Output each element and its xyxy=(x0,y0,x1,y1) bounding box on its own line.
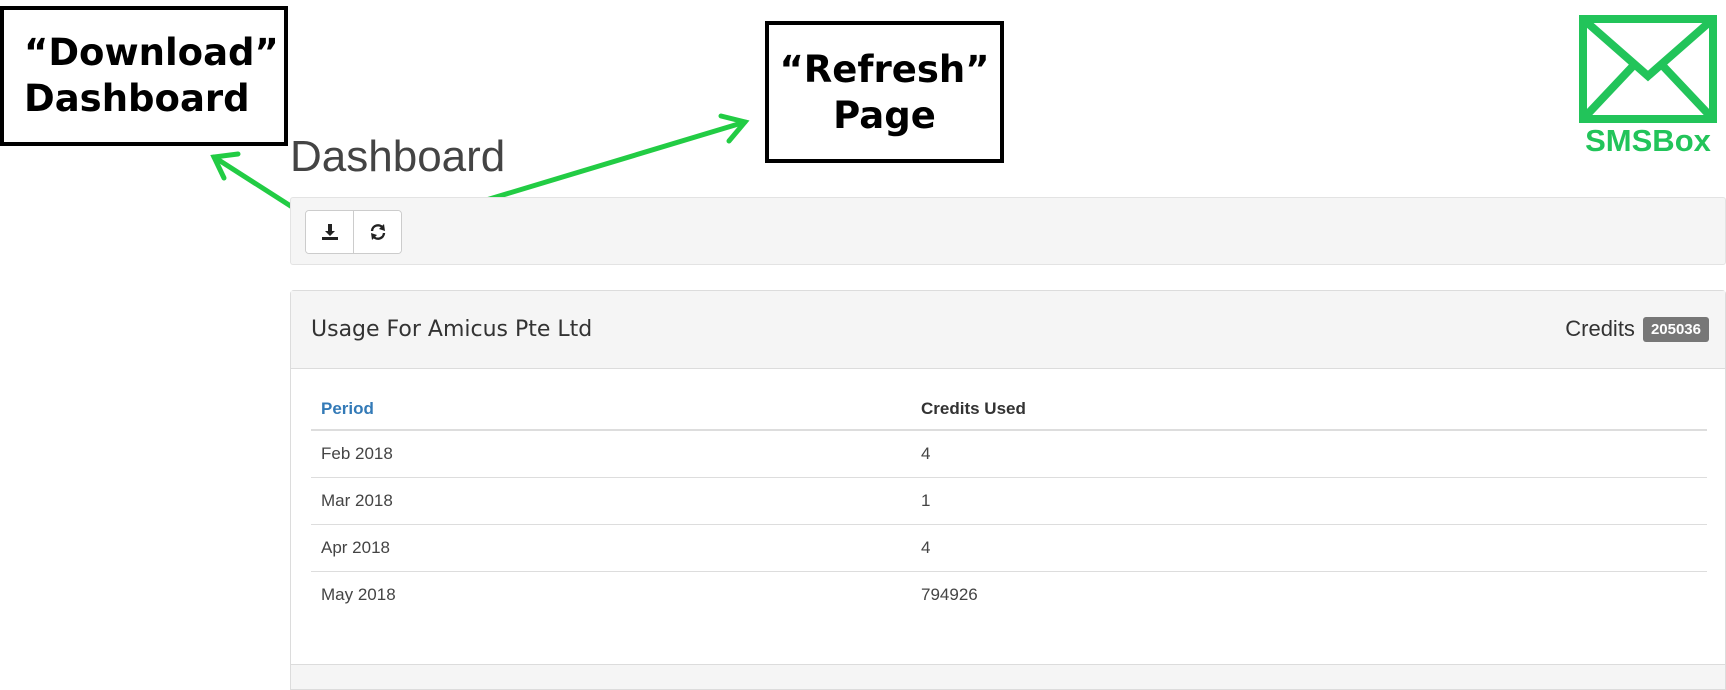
annotation-line: Dashboard xyxy=(24,77,250,121)
credits-used-cell: 4 xyxy=(911,524,1707,572)
download-button[interactable] xyxy=(306,211,353,253)
refresh-annotation-box: “Refresh” Page xyxy=(765,21,1004,163)
usage-table: Period Credits Used Feb 2018 4 Mar 2018 … xyxy=(311,389,1707,618)
period-cell: Feb 2018 xyxy=(321,444,393,463)
credits-label: Credits xyxy=(1565,316,1635,341)
period-cell: Apr 2018 xyxy=(311,524,911,572)
usage-panel: Usage For Amicus Pte Ltd Credits 205036 … xyxy=(290,290,1726,690)
column-header-credits-used: Credits Used xyxy=(911,389,1707,431)
toolbar-button-group xyxy=(305,210,402,254)
credits-used-cell: 794926 xyxy=(911,571,1707,618)
page-title: Dashboard xyxy=(290,132,506,181)
refresh-button[interactable] xyxy=(353,211,401,253)
column-header-period[interactable]: Period xyxy=(311,389,911,431)
refresh-arrowhead xyxy=(718,113,750,144)
download-icon xyxy=(321,224,338,240)
panel-heading: Usage For Amicus Pte Ltd Credits 205036 xyxy=(291,291,1725,369)
annotation-line: Page xyxy=(833,94,936,138)
annotation-line: “Refresh” xyxy=(779,48,990,91)
period-cell: Mar 2018 xyxy=(311,477,911,525)
panel-footer xyxy=(291,664,1725,689)
toolbar xyxy=(290,197,1726,265)
credits-used-cell: 4 xyxy=(921,444,931,463)
download-arrowhead xyxy=(210,151,241,181)
credits-badge: 205036 xyxy=(1642,316,1709,342)
table-row: Feb 2018 4 xyxy=(311,430,1707,478)
panel-title: Usage For Amicus Pte Ltd xyxy=(311,317,593,342)
table-row: May 2018 794926 xyxy=(311,571,1707,618)
table-header-row: Period Credits Used xyxy=(311,389,1707,431)
table-row: Apr 2018 4 xyxy=(311,524,1707,572)
refresh-icon xyxy=(370,224,385,240)
logo-text: SMSBox xyxy=(1585,123,1711,158)
download-annotation-box: “Download” Dashboard xyxy=(0,6,288,146)
credits-info: Credits 205036 xyxy=(1565,316,1709,342)
annotation-line: “Download” xyxy=(24,31,279,74)
table-row: Mar 2018 1 xyxy=(311,477,1707,525)
period-cell: May 2018 xyxy=(311,571,911,618)
credits-used-cell: 1 xyxy=(911,477,1707,525)
